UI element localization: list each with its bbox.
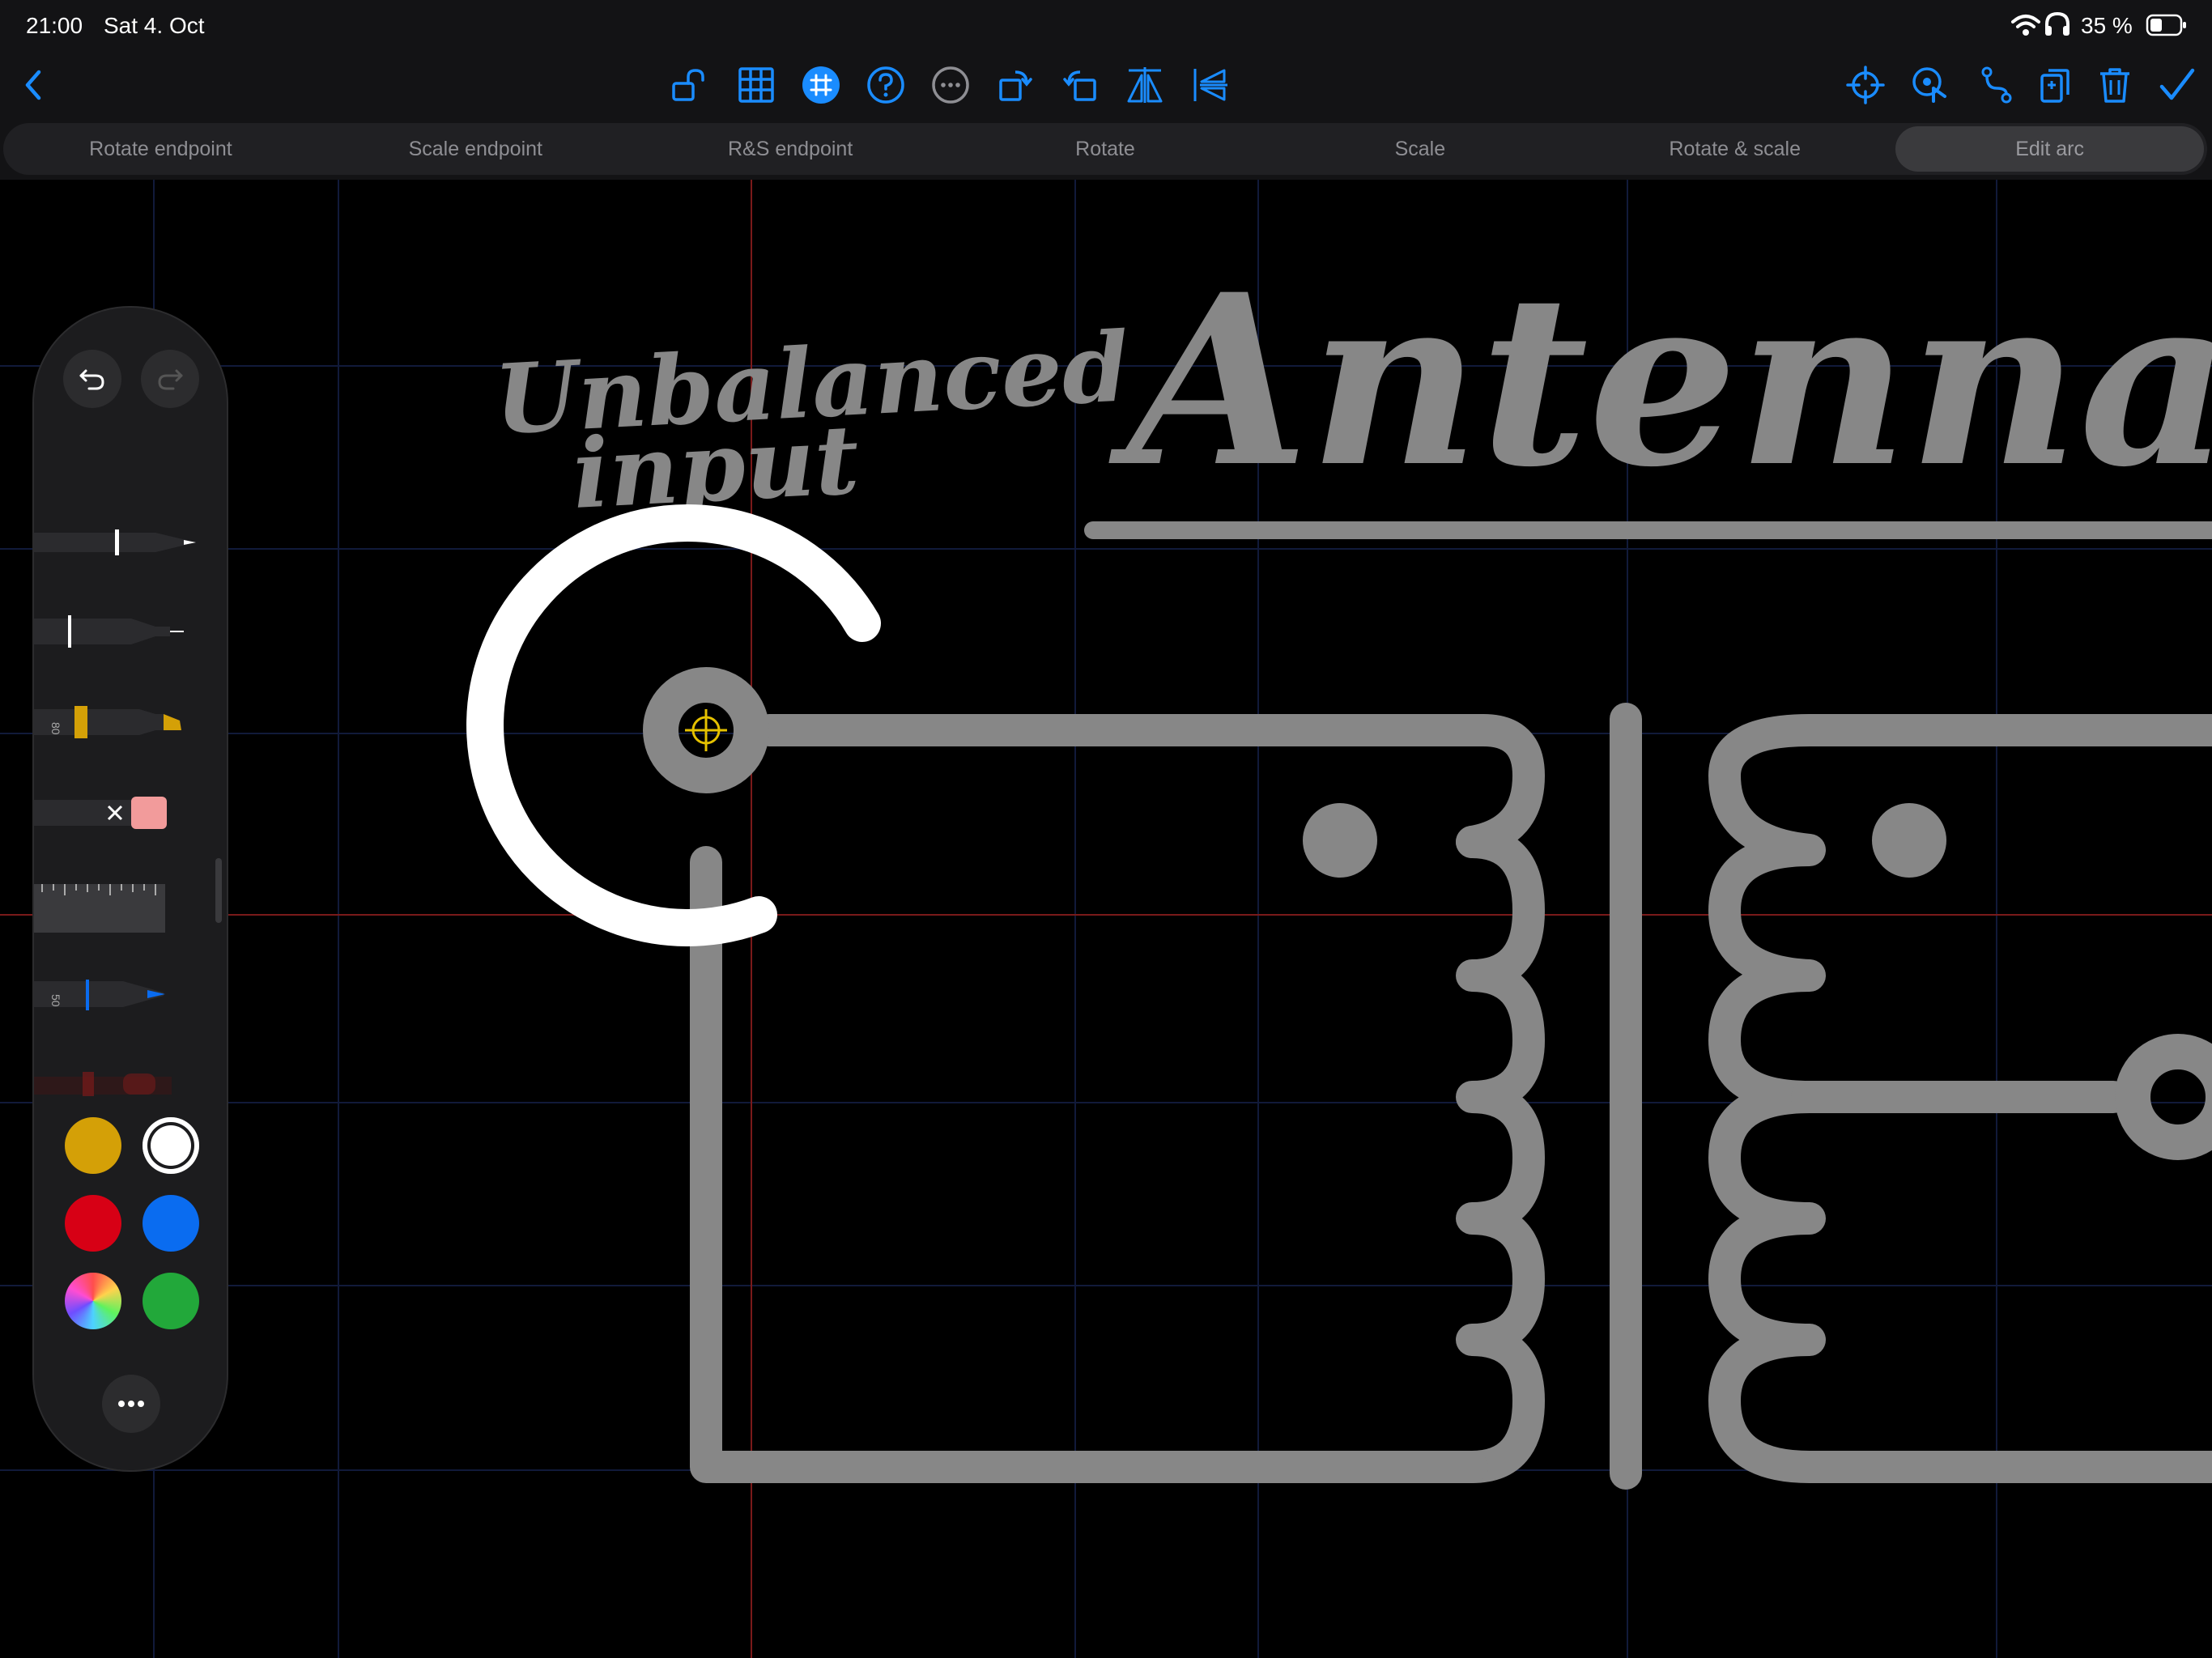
app-window: 21:00 Sat 4. Oct 35 % Rotate endpoint Sc…	[0, 0, 2212, 1658]
path-icon[interactable]	[1967, 52, 2026, 118]
redo-button[interactable]	[141, 350, 199, 408]
duplicate-icon[interactable]	[2026, 52, 2084, 118]
help-icon[interactable]	[857, 52, 915, 118]
handwritten-labels: Unbalanced input Antenna	[491, 244, 2212, 530]
color-swatch-white[interactable]	[143, 1117, 199, 1174]
redo-icon	[158, 369, 183, 390]
secondary-polarity-dot[interactable]	[1872, 803, 1946, 878]
handwritten-antenna: Antenna	[1108, 244, 2212, 519]
ruler-tool[interactable]	[34, 874, 204, 939]
primary-bottom-wire[interactable]	[690, 846, 1488, 1483]
arc-center-handle[interactable]	[685, 709, 727, 751]
lasso-tool[interactable]	[34, 1061, 204, 1109]
drawing-canvas[interactable]: Unbalanced input Antenna	[0, 180, 2212, 1658]
snap-grid-icon[interactable]	[792, 52, 850, 118]
wifi-icon	[2011, 13, 2040, 41]
undo-button[interactable]	[63, 350, 121, 408]
color-swatch-yellow[interactable]	[65, 1117, 121, 1174]
palette-scrollbar[interactable]	[215, 858, 222, 923]
flip-vertical-icon[interactable]	[1180, 52, 1239, 118]
fineliner-tool[interactable]	[34, 607, 204, 656]
checkmark-icon[interactable]	[2147, 52, 2206, 118]
select-touch-icon[interactable]	[1901, 52, 1959, 118]
rotate-left-icon[interactable]	[1051, 52, 1109, 118]
secondary-terminal[interactable]	[2115, 1034, 2212, 1160]
primary-polarity-dot[interactable]	[1303, 803, 1377, 878]
status-time: 21:00	[26, 13, 83, 38]
primary-top-wire[interactable]	[753, 714, 1545, 858]
eraser-tool[interactable]	[34, 789, 204, 837]
color-swatch-green[interactable]	[143, 1273, 199, 1329]
mode-rotate-endpoint[interactable]: Rotate endpoint	[6, 126, 315, 172]
trash-icon[interactable]	[2086, 52, 2144, 118]
battery-percent: 35 %	[2081, 13, 2133, 38]
drawing-surface[interactable]: Unbalanced input Antenna	[0, 180, 2212, 1658]
color-picker-multicolor[interactable]	[65, 1273, 121, 1329]
mode-rotate[interactable]: Rotate	[951, 126, 1260, 172]
top-chrome: 21:00 Sat 4. Oct 35 % Rotate endpoint Sc…	[0, 0, 2212, 180]
pencil-tool[interactable]: 50	[34, 970, 204, 1018]
mode-scale-endpoint[interactable]: Scale endpoint	[321, 126, 630, 172]
headphones-icon	[2044, 11, 2071, 41]
battery-icon	[2146, 13, 2188, 41]
ellipsis-icon	[118, 1401, 144, 1407]
mode-edit-arc[interactable]: Edit arc	[1895, 126, 2205, 172]
undo-icon	[79, 369, 104, 390]
mode-segmented-control: Rotate endpoint Scale endpoint R&S endpo…	[3, 123, 2207, 175]
marker-size-label: 80	[49, 722, 62, 735]
status-bar: 21:00 Sat 4. Oct 35 %	[0, 0, 2212, 52]
pen-tool[interactable]	[34, 518, 204, 567]
tool-palette: 80 50	[32, 306, 228, 1472]
mode-rs-endpoint[interactable]: R&S endpoint	[636, 126, 945, 172]
crosshair-icon[interactable]	[1836, 52, 1895, 118]
primary-coil[interactable]	[1456, 826, 1545, 1483]
toolbar	[0, 52, 2212, 118]
mode-scale[interactable]: Scale	[1266, 126, 1574, 172]
grid-icon[interactable]	[727, 52, 785, 118]
lock-open-icon[interactable]	[661, 52, 719, 118]
more-icon[interactable]	[921, 52, 980, 118]
marker-tool[interactable]: 80	[34, 698, 204, 746]
flip-horizontal-icon[interactable]	[1116, 52, 1174, 118]
status-date: Sat 4. Oct	[104, 13, 205, 38]
color-swatch-red[interactable]	[65, 1195, 121, 1252]
transformer-schematic[interactable]	[690, 703, 2212, 1490]
mode-rotate-and-scale[interactable]: Rotate & scale	[1580, 126, 1889, 172]
color-swatch-blue[interactable]	[143, 1195, 199, 1252]
rotate-right-icon[interactable]	[986, 52, 1044, 118]
pencil-size-label: 50	[49, 994, 62, 1007]
back-chevron-icon[interactable]	[5, 52, 63, 118]
more-options-button[interactable]	[102, 1375, 160, 1433]
